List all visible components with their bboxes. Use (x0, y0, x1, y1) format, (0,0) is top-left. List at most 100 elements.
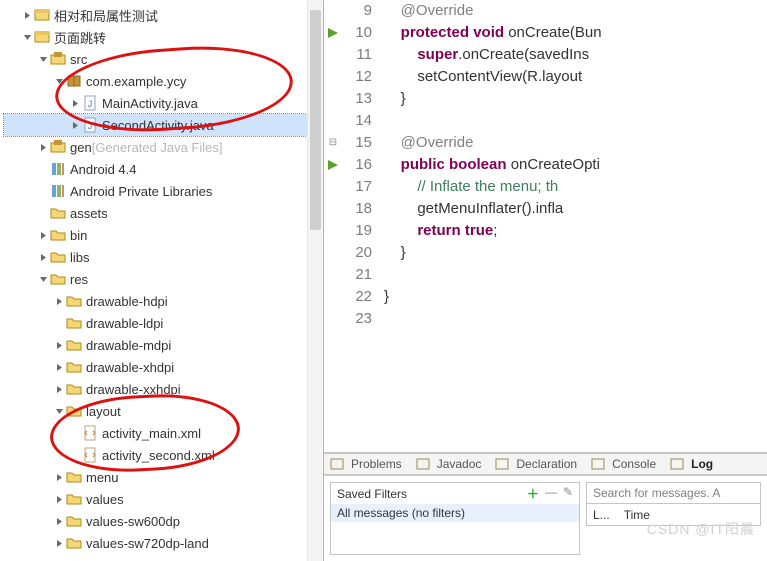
tree-item[interactable]: drawable-hdpi (4, 290, 323, 312)
log-search-input[interactable]: Search for messages. A (586, 482, 761, 504)
tree-item[interactable]: 相对和局属性测试 (4, 4, 323, 26)
scrollbar-thumb[interactable] (310, 10, 321, 230)
expand-icon[interactable] (36, 250, 50, 264)
tree-item[interactable]: JMainActivity.java (4, 92, 323, 114)
code-line[interactable] (384, 264, 767, 286)
tree-item[interactable]: 页面跳转 (4, 26, 323, 48)
gutter-marker (324, 264, 342, 286)
code-line[interactable]: @Override (384, 0, 767, 22)
tree-item[interactable]: JSecondActivity.java (4, 114, 323, 136)
gutter-line-numbers: 91011121314151617181920212223 (342, 0, 380, 452)
code-line[interactable]: // Inflate the menu; th (384, 176, 767, 198)
project-tree[interactable]: 相对和局属性测试页面跳转srccom.example.ycyJMainActiv… (0, 0, 323, 558)
log-column-header[interactable]: Time (624, 508, 650, 522)
tree-item[interactable]: Android 4.4 (4, 158, 323, 180)
tree-item-label: values-sw600dp (86, 514, 180, 529)
tree-item[interactable]: menu (4, 466, 323, 488)
expand-icon[interactable] (36, 52, 50, 66)
tree-item-label: Android 4.4 (70, 162, 137, 177)
expand-icon[interactable] (52, 470, 66, 484)
filter-item-all[interactable]: All messages (no filters) (331, 504, 579, 522)
code-line[interactable]: setContentView(R.layout (384, 66, 767, 88)
expand-icon[interactable] (20, 8, 34, 22)
tree-item-label: activity_main.xml (102, 426, 201, 441)
log-search-placeholder: Search for messages. A (593, 486, 720, 500)
code-line[interactable] (384, 110, 767, 132)
tab-javadoc[interactable]: Javadoc (416, 457, 482, 471)
add-filter-icon[interactable]: ＋ (527, 485, 539, 502)
edit-filter-icon[interactable]: ✎ (563, 485, 573, 502)
explorer-scrollbar[interactable] (307, 0, 323, 561)
tab-icon (330, 457, 344, 471)
source-code[interactable]: @Override protected void onCreate(Bun su… (380, 0, 767, 452)
bottom-view-tabs[interactable]: Problems Javadoc Declaration Console Log (324, 453, 767, 475)
log-column-header[interactable]: L... (593, 508, 610, 522)
tab-problems[interactable]: Problems (330, 457, 402, 471)
tree-item-label: layout (86, 404, 121, 419)
log-table-header: L... Time (586, 504, 761, 526)
code-line[interactable]: getMenuInflater().infla (384, 198, 767, 220)
tree-item[interactable]: drawable-mdpi (4, 334, 323, 356)
expand-icon[interactable] (36, 272, 50, 286)
tree-item-label: bin (70, 228, 87, 243)
tab-log[interactable]: Log (670, 457, 713, 471)
code-line[interactable]: protected void onCreate(Bun (384, 22, 767, 44)
expand-icon[interactable] (68, 96, 82, 110)
expand-icon[interactable] (52, 74, 66, 88)
expand-icon[interactable] (52, 514, 66, 528)
tree-item[interactable]: gen [Generated Java Files] (4, 136, 323, 158)
folder-icon (66, 293, 82, 309)
expand-icon[interactable] (36, 140, 50, 154)
tree-item[interactable]: Android Private Libraries (4, 180, 323, 202)
folder-icon (66, 381, 82, 397)
tree-item-label: res (70, 272, 88, 287)
tree-item[interactable]: values (4, 488, 323, 510)
code-line[interactable]: return true; (384, 220, 767, 242)
code-editor[interactable]: ⊟ 91011121314151617181920212223 @Overrid… (324, 0, 767, 453)
folder-icon (66, 491, 82, 507)
code-line[interactable]: } (384, 242, 767, 264)
expand-icon[interactable] (52, 360, 66, 374)
remove-filter-icon[interactable]: — (545, 485, 557, 502)
tree-item[interactable]: values-sw600dp (4, 510, 323, 532)
tree-item-label: drawable-mdpi (86, 338, 171, 353)
line-number: 12 (342, 66, 372, 88)
gutter-marker (324, 22, 342, 44)
tree-item[interactable]: com.example.ycy (4, 70, 323, 92)
expand-icon[interactable] (52, 382, 66, 396)
saved-filters-title: Saved Filters (337, 487, 407, 501)
code-line[interactable]: } (384, 88, 767, 110)
tree-item[interactable]: layout (4, 400, 323, 422)
expand-icon[interactable] (52, 492, 66, 506)
code-line[interactable]: @Override (384, 132, 767, 154)
tree-item[interactable]: drawable-xhdpi (4, 356, 323, 378)
expand-icon[interactable] (20, 30, 34, 44)
code-line[interactable]: super.onCreate(savedIns (384, 44, 767, 66)
tree-item[interactable]: libs (4, 246, 323, 268)
gutter-marker (324, 44, 342, 66)
tree-item-label: Android Private Libraries (70, 184, 212, 199)
expand-icon[interactable] (68, 118, 82, 132)
tree-item[interactable]: bin (4, 224, 323, 246)
tree-item[interactable]: values-sw720dp-land (4, 532, 323, 554)
tree-item[interactable]: drawable-ldpi (4, 312, 323, 334)
code-line[interactable]: public boolean onCreateOpti (384, 154, 767, 176)
tab-console[interactable]: Console (591, 457, 656, 471)
expand-icon[interactable] (36, 228, 50, 242)
tree-item[interactable]: drawable-xxhdpi (4, 378, 323, 400)
code-line[interactable] (384, 308, 767, 330)
folder-icon (66, 403, 82, 419)
expand-icon[interactable] (52, 294, 66, 308)
expand-icon[interactable] (52, 338, 66, 352)
tree-item[interactable]: assets (4, 202, 323, 224)
expand-icon[interactable] (52, 404, 66, 418)
line-number: 11 (342, 44, 372, 66)
tree-item[interactable]: src (4, 48, 323, 70)
tree-item[interactable]: activity_main.xml (4, 422, 323, 444)
tab-declaration[interactable]: Declaration (495, 457, 577, 471)
tree-item[interactable]: activity_second.xml (4, 444, 323, 466)
expand-icon[interactable] (52, 536, 66, 550)
tree-item[interactable]: res (4, 268, 323, 290)
code-line[interactable]: } (384, 286, 767, 308)
gutter-marker (324, 176, 342, 198)
